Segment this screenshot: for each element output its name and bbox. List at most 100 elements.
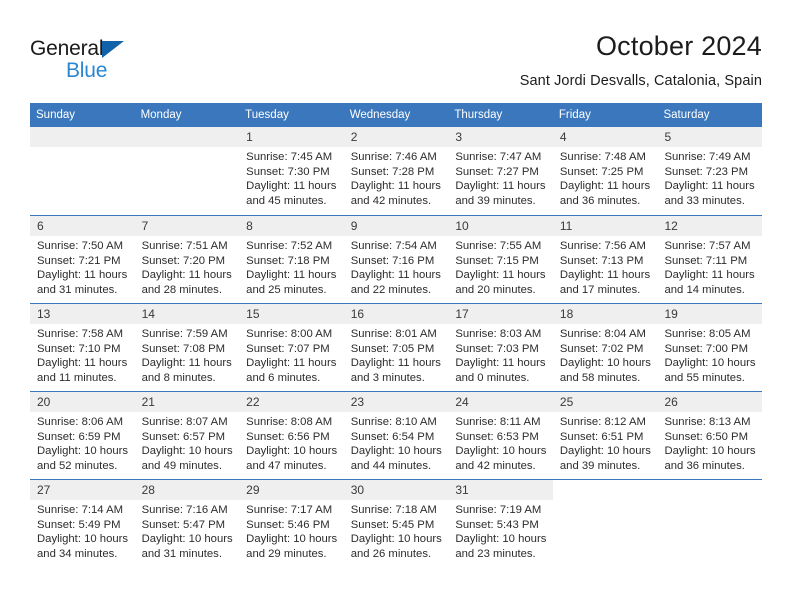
- day-cell-11[interactable]: 11 Sunrise: 7:56 AM Sunset: 7:13 PM Dayligh…: [552, 216, 658, 303]
- sun-info: Sunrise: 7:57 AM Sunset: 7:11 PM Daylight:…: [657, 236, 762, 297]
- sunrise-text: Sunrise: 8:11 AM: [455, 416, 541, 428]
- day-cell-18[interactable]: 18 Sunrise: 8:04 AM Sunset: 7:02 PM Dayligh…: [552, 304, 658, 391]
- daylight-text-line2: and 20 minutes.: [455, 283, 536, 296]
- day-cell-15[interactable]: 15 Sunrise: 8:00 AM Sunset: 7:07 PM Dayligh…: [239, 304, 344, 391]
- daylight-text-line1: Daylight: 10 hours: [37, 533, 129, 546]
- day-cell-30[interactable]: 30 Sunrise: 7:18 AM Sunset: 5:45 PM Dayligh…: [343, 480, 449, 567]
- sunrise-text: Sunrise: 7:46 AM: [350, 151, 437, 163]
- sun-info: Sunrise: 8:12 AM Sunset: 6:51 PM Daylight:…: [553, 412, 658, 473]
- sun-info: Sunrise: 7:50 AM Sunset: 7:21 PM Daylight:…: [30, 236, 135, 297]
- day-number: 9: [343, 216, 449, 236]
- sunset-text: Sunset: 6:50 PM: [664, 430, 748, 443]
- sunset-text: Sunset: 7:03 PM: [455, 342, 539, 355]
- day-cell-27[interactable]: 27 Sunrise: 7:14 AM Sunset: 5:49 PM Dayligh…: [30, 480, 135, 567]
- day-number: 14: [134, 304, 240, 324]
- day-number: 13: [30, 304, 135, 324]
- day-cell-20[interactable]: 20 Sunrise: 8:06 AM Sunset: 6:59 PM Dayligh…: [30, 392, 135, 479]
- day-number: [553, 480, 658, 500]
- daylight-text-line2: and 39 minutes.: [559, 459, 641, 472]
- day-cell-6[interactable]: 6 Sunrise: 7:50 AM Sunset: 7:21 PM Daylight…: [30, 216, 135, 303]
- sunrise-text: Sunrise: 7:17 AM: [246, 504, 333, 516]
- weekday-header-sunday: Sunday: [36, 109, 76, 121]
- day-cell-28[interactable]: 28 Sunrise: 7:16 AM Sunset: 5:47 PM Dayligh…: [134, 480, 240, 567]
- sunrise-text: Sunrise: 7:18 AM: [350, 504, 437, 516]
- day-cell-empty: [553, 480, 658, 567]
- day-number: 18: [552, 304, 658, 324]
- day-cell-9[interactable]: 9 Sunrise: 7:54 AM Sunset: 7:16 PM Daylight…: [343, 216, 449, 303]
- daylight-text-line2: and 36 minutes.: [664, 459, 745, 472]
- day-cell-22[interactable]: 22 Sunrise: 8:08 AM Sunset: 6:56 PM Dayligh…: [239, 392, 344, 479]
- day-cell-2[interactable]: 2 Sunrise: 7:46 AM Sunset: 7:28 PM Daylight…: [343, 127, 449, 215]
- day-cell-31[interactable]: 31 Sunrise: 7:19 AM Sunset: 5:43 PM Dayligh…: [448, 480, 553, 567]
- sunset-text: Sunset: 5:43 PM: [455, 518, 539, 531]
- day-number: 6: [30, 216, 135, 236]
- daylight-text-line2: and 55 minutes.: [664, 371, 745, 384]
- daylight-text-line1: Daylight: 10 hours: [455, 533, 547, 546]
- sunrise-text: Sunrise: 8:07 AM: [141, 416, 228, 428]
- day-number: 12: [657, 216, 763, 236]
- weekday-header-tuesday: Tuesday: [245, 109, 289, 121]
- day-number: [30, 127, 135, 147]
- day-cell-21[interactable]: 21 Sunrise: 8:07 AM Sunset: 6:57 PM Dayligh…: [134, 392, 240, 479]
- day-cell-16[interactable]: 16 Sunrise: 8:01 AM Sunset: 7:05 PM Dayligh…: [343, 304, 449, 391]
- sunrise-text: Sunrise: 7:49 AM: [664, 151, 751, 163]
- day-cell-24[interactable]: 24 Sunrise: 8:11 AM Sunset: 6:53 PM Dayligh…: [448, 392, 553, 479]
- day-number: [657, 480, 762, 500]
- day-cell-25[interactable]: 25 Sunrise: 8:12 AM Sunset: 6:51 PM Dayligh…: [552, 392, 658, 479]
- sunrise-text: Sunrise: 8:13 AM: [664, 416, 751, 428]
- daylight-text-line1: Daylight: 11 hours: [664, 269, 755, 282]
- sun-info: Sunrise: 7:18 AM Sunset: 5:45 PM Daylight:…: [344, 500, 449, 561]
- sunrise-text: Sunrise: 7:52 AM: [246, 240, 333, 252]
- day-cell-8[interactable]: 8 Sunrise: 7:52 AM Sunset: 7:18 PM Daylight…: [239, 216, 344, 303]
- sun-info: Sunrise: 8:00 AM Sunset: 7:07 PM Daylight:…: [239, 324, 344, 385]
- sunrise-text: Sunrise: 7:16 AM: [141, 504, 228, 516]
- day-cell-1[interactable]: 1 Sunrise: 7:45 AM Sunset: 7:30 PM Daylight…: [239, 127, 344, 215]
- day-cell-17[interactable]: 17 Sunrise: 8:03 AM Sunset: 7:03 PM Dayligh…: [448, 304, 553, 391]
- sunset-text: Sunset: 6:59 PM: [37, 430, 121, 443]
- day-cell-5[interactable]: 5 Sunrise: 7:49 AM Sunset: 7:23 PM Daylight…: [657, 127, 763, 215]
- calendar-grid: Sunday Monday Tuesday Wednesday Thursday Frid…: [30, 103, 763, 567]
- day-number: 10: [448, 216, 553, 236]
- sunset-text: Sunset: 7:30 PM: [246, 165, 330, 178]
- sun-info: Sunrise: 8:03 AM Sunset: 7:03 PM Daylight:…: [448, 324, 553, 385]
- daylight-text-line1: Daylight: 11 hours: [664, 180, 755, 193]
- general-blue-logo[interactable]: General Blue: [30, 30, 125, 81]
- day-cell-26[interactable]: 26 Sunrise: 8:13 AM Sunset: 6:50 PM Dayligh…: [657, 392, 763, 479]
- sunset-text: Sunset: 7:15 PM: [455, 254, 539, 267]
- sunrise-text: Sunrise: 7:59 AM: [141, 328, 228, 340]
- calendar-week-row: 13 Sunrise: 7:58 AM Sunset: 7:10 PM Dayligh…: [30, 303, 763, 391]
- day-cell-29[interactable]: 29 Sunrise: 7:17 AM Sunset: 5:46 PM Dayligh…: [239, 480, 344, 567]
- day-cell-19[interactable]: 19 Sunrise: 8:05 AM Sunset: 7:00 PM Dayligh…: [657, 304, 763, 391]
- sunrise-text: Sunrise: 7:55 AM: [455, 240, 542, 252]
- day-number: 25: [552, 392, 658, 412]
- daylight-text-line2: and 25 minutes.: [246, 283, 327, 296]
- daylight-text-line1: Daylight: 11 hours: [246, 180, 337, 193]
- sun-info: [30, 147, 135, 150]
- day-cell-12[interactable]: 12 Sunrise: 7:57 AM Sunset: 7:11 PM Dayligh…: [657, 216, 763, 303]
- day-cell-empty: [30, 127, 135, 215]
- day-number: 31: [448, 480, 553, 500]
- day-cell-3[interactable]: 3 Sunrise: 7:47 AM Sunset: 7:27 PM Daylight…: [448, 127, 553, 215]
- day-cell-empty: [134, 127, 240, 215]
- day-cell-7[interactable]: 7 Sunrise: 7:51 AM Sunset: 7:20 PM Daylight…: [134, 216, 240, 303]
- day-cell-10[interactable]: 10 Sunrise: 7:55 AM Sunset: 7:15 PM Dayligh…: [448, 216, 553, 303]
- sun-info: Sunrise: 7:56 AM Sunset: 7:13 PM Daylight:…: [553, 236, 658, 297]
- sunrise-text: Sunrise: 7:51 AM: [141, 240, 228, 252]
- sunrise-text: Sunrise: 7:45 AM: [246, 151, 333, 163]
- sun-info: Sunrise: 7:48 AM Sunset: 7:25 PM Daylight:…: [553, 147, 658, 208]
- sunset-text: Sunset: 7:00 PM: [664, 342, 748, 355]
- daylight-text-line2: and 23 minutes.: [455, 547, 536, 560]
- day-number: 27: [30, 480, 135, 500]
- daylight-text-line1: Daylight: 10 hours: [141, 445, 233, 458]
- sunset-text: Sunset: 6:53 PM: [455, 430, 539, 443]
- title-block: October 2024 Sant Jordi Desvalls, Catalo…: [520, 30, 762, 91]
- sun-info: Sunrise: 7:47 AM Sunset: 7:27 PM Daylight:…: [448, 147, 553, 208]
- day-cell-23[interactable]: 23 Sunrise: 8:10 AM Sunset: 6:54 PM Dayligh…: [343, 392, 449, 479]
- calendar-week-row: 20 Sunrise: 8:06 AM Sunset: 6:59 PM Dayligh…: [30, 391, 763, 479]
- day-number: 21: [134, 392, 240, 412]
- day-cell-4[interactable]: 4 Sunrise: 7:48 AM Sunset: 7:25 PM Daylight…: [552, 127, 658, 215]
- day-cell-13[interactable]: 13 Sunrise: 7:58 AM Sunset: 7:10 PM Dayligh…: [30, 304, 135, 391]
- day-cell-14[interactable]: 14 Sunrise: 7:59 AM Sunset: 7:08 PM Dayligh…: [134, 304, 240, 391]
- day-number: 22: [239, 392, 344, 412]
- daylight-text-line1: Daylight: 10 hours: [455, 445, 547, 458]
